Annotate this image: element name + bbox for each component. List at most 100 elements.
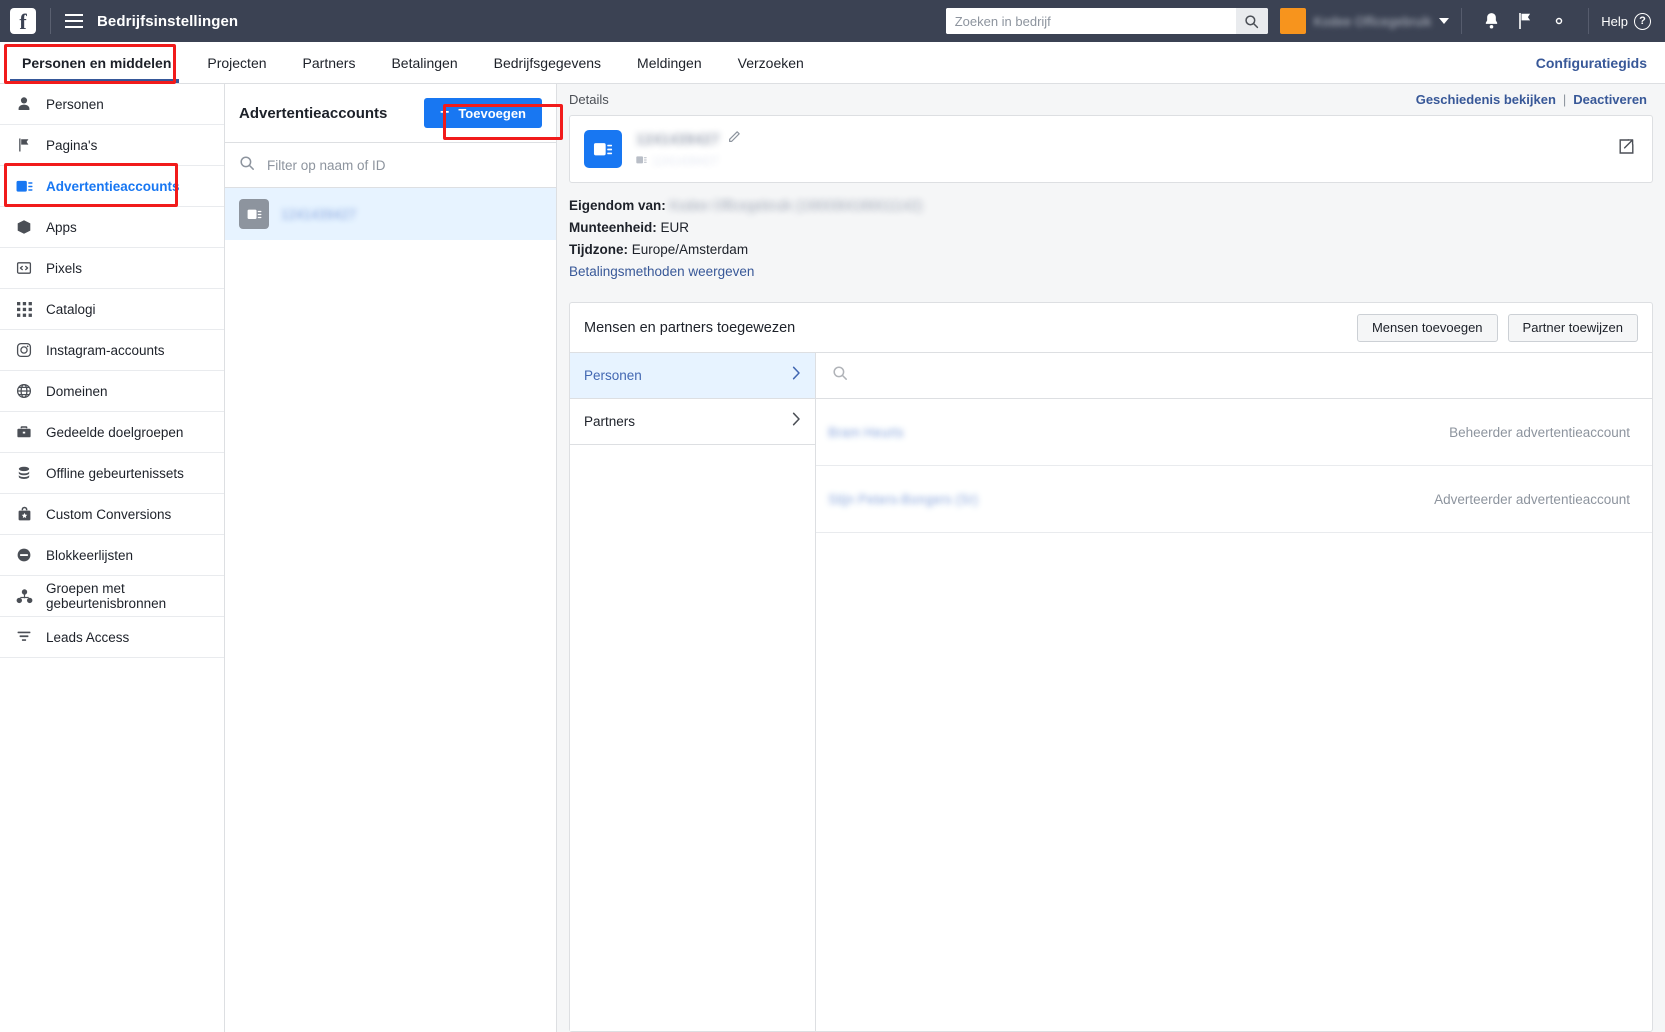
assigned-nav-label: Partners	[584, 414, 636, 430]
search-icon	[832, 365, 848, 386]
page-title: Bedrijfsinstellingen	[97, 12, 239, 30]
table-row[interactable]: Stijn Peters-Bongers (Sr) Adverteerder a…	[816, 466, 1652, 534]
ad-account-icon	[239, 199, 269, 229]
person-name: Bram Heurts	[828, 424, 904, 440]
event-sources-icon	[14, 586, 34, 606]
tab-bedrijfsgegevens[interactable]: Bedrijfsgegevens	[476, 42, 619, 83]
flag-icon[interactable]	[1508, 0, 1542, 42]
sidebar-item-personen[interactable]: Personen	[0, 84, 224, 125]
facebook-logo-icon[interactable]: f	[10, 8, 36, 34]
globe-icon	[14, 381, 34, 401]
database-icon	[14, 463, 34, 483]
add-button-label: Toevoegen	[458, 105, 526, 121]
tab-betalingen[interactable]: Betalingen	[373, 42, 475, 83]
details-label: Details	[569, 92, 609, 107]
sidebar-item-offline-gebeurtenissets[interactable]: Offline gebeurtenissets	[0, 453, 224, 494]
sidebar-item-label: Custom Conversions	[46, 506, 172, 522]
filter-input[interactable]	[267, 157, 542, 173]
sidebar-item-catalogi[interactable]: Catalogi	[0, 289, 224, 330]
tab-label: Bedrijfsgegevens	[493, 54, 602, 71]
divider	[1461, 8, 1463, 34]
code-icon	[14, 258, 34, 278]
assigned-search[interactable]	[816, 353, 1652, 400]
account-card-top: 1241439427 1241439427	[570, 116, 1652, 182]
ad-accounts-panel: Advertentieaccounts + Toevoegen Filter o…	[225, 84, 557, 1032]
payment-methods-link[interactable]: Betalingsmethoden weergeven	[569, 264, 754, 279]
sidebar-item-label: Blokkeerlijsten	[46, 547, 134, 563]
tab-meldingen[interactable]: Meldingen	[619, 42, 720, 83]
sidebar-item-label: Pixels	[46, 260, 83, 276]
menu-icon[interactable]	[65, 14, 83, 28]
sidebar-item-instagram-accounts[interactable]: Instagram-accounts	[0, 330, 224, 371]
search-icon	[239, 155, 255, 176]
chevron-right-icon	[792, 412, 801, 431]
ad-account-small-icon	[636, 154, 647, 168]
chevron-down-icon[interactable]	[1439, 18, 1450, 24]
sidebar-item-paginas[interactable]: Pagina's	[0, 125, 224, 166]
assigned-search-input[interactable]	[860, 368, 1636, 384]
chevron-right-icon	[792, 366, 801, 385]
business-search[interactable]	[945, 8, 1268, 34]
sidebar-item-pixels[interactable]: Pixels	[0, 248, 224, 289]
gear-icon[interactable]	[1542, 0, 1576, 42]
help-icon: ?	[1634, 12, 1651, 30]
sidebar-item-advertentieaccounts[interactable]: Advertentieaccounts	[0, 166, 224, 207]
configuratiegids-link[interactable]: Configuratiegids	[1536, 42, 1647, 84]
account-info: Eigendom van: Kodee Officegebruik (19693…	[557, 183, 1665, 292]
list-item-label: 1241439427	[281, 206, 357, 222]
help-button[interactable]: Help ?	[1601, 12, 1651, 30]
instagram-icon	[14, 340, 34, 360]
currency-value: EUR	[660, 219, 690, 235]
assigned-people-partners-card: Mensen en partners toegewezen Mensen toe…	[569, 302, 1653, 1032]
assigned-actions: Mensen toevoegen Partner toewijzen	[1356, 313, 1638, 342]
deactivate-link[interactable]: Deactiveren	[1573, 92, 1647, 107]
sidebar-item-leads-access[interactable]: Leads Access	[0, 617, 224, 658]
business-switcher[interactable]: Kodee Officegebruik	[1279, 8, 1450, 34]
tab-projecten[interactable]: Projecten	[189, 42, 284, 83]
tab-label: Personen en middelen	[22, 54, 172, 71]
person-icon	[14, 94, 34, 114]
notifications-icon[interactable]	[1474, 0, 1508, 42]
view-history-link[interactable]: Geschiedenis bekijken	[1416, 92, 1556, 107]
sidebar-item-gedeelde-doelgroepen[interactable]: Gedeelde doelgroepen	[0, 412, 224, 453]
export-icon[interactable]	[1616, 137, 1636, 162]
search-input[interactable]	[945, 8, 1236, 34]
top-bar: f Bedrijfsinstellingen Kodee Officegebru…	[0, 0, 1665, 42]
tab-verzoeken[interactable]: Verzoeken	[720, 42, 822, 83]
assigned-nav-partners[interactable]: Partners	[570, 399, 815, 446]
cube-icon	[14, 217, 34, 237]
sidebar-item-blokkeerlijsten[interactable]: Blokkeerlijsten	[0, 535, 224, 576]
table-row[interactable]: Bram Heurts Beheerder advertentieaccount	[816, 399, 1652, 467]
assigned-nav-personen[interactable]: Personen	[570, 353, 815, 400]
sidebar-item-groepen-met-gebeurtenisbronnen[interactable]: Groepen met gebeurtenisbronnen	[0, 576, 224, 617]
avatar	[1279, 8, 1306, 34]
filter-row[interactable]	[225, 143, 556, 188]
tab-personen-en-middelen[interactable]: Personen en middelen	[0, 42, 189, 83]
details-panel: Details Geschiedenis bekijken | Deactive…	[557, 84, 1665, 1032]
divider	[50, 8, 51, 34]
assigned-nav-label: Personen	[584, 368, 642, 384]
person-role: Adverteerder advertentieaccount	[1434, 491, 1630, 507]
assign-partner-button[interactable]: Partner toewijzen	[1507, 313, 1638, 342]
search-icon[interactable]	[1235, 8, 1268, 34]
pencil-icon[interactable]	[727, 130, 741, 148]
sidebar-item-label: Pagina's	[46, 137, 98, 153]
owner-label: Eigendom van:	[569, 198, 666, 213]
add-people-button[interactable]: Mensen toevoegen	[1356, 313, 1498, 342]
sidebar-item-custom-conversions[interactable]: Custom Conversions	[0, 494, 224, 535]
account-id-row: 1241439427	[636, 154, 741, 168]
person-role: Beheerder advertentieaccount	[1449, 424, 1630, 440]
sidebar-item-label: Gedeelde doelgroepen	[46, 424, 184, 440]
owner-value: Kodee Officegebruik (1969384186611142)	[669, 198, 923, 213]
list-item[interactable]: 1241439427	[225, 188, 556, 240]
sidebar-item-apps[interactable]: Apps	[0, 207, 224, 248]
plus-icon: +	[439, 104, 450, 121]
tab-partners[interactable]: Partners	[285, 42, 374, 83]
body-layout: Personen Pagina's Advertentieaccounts Ap…	[0, 84, 1665, 1032]
sidebar-item-label: Groepen met gebeurtenisbronnen	[46, 581, 167, 611]
divider	[1588, 8, 1590, 34]
add-button[interactable]: + Toevoegen	[423, 98, 542, 128]
help-label: Help	[1601, 13, 1628, 29]
sidebar-item-domeinen[interactable]: Domeinen	[0, 371, 224, 412]
sidebar-item-label: Offline gebeurtenissets	[46, 465, 184, 481]
